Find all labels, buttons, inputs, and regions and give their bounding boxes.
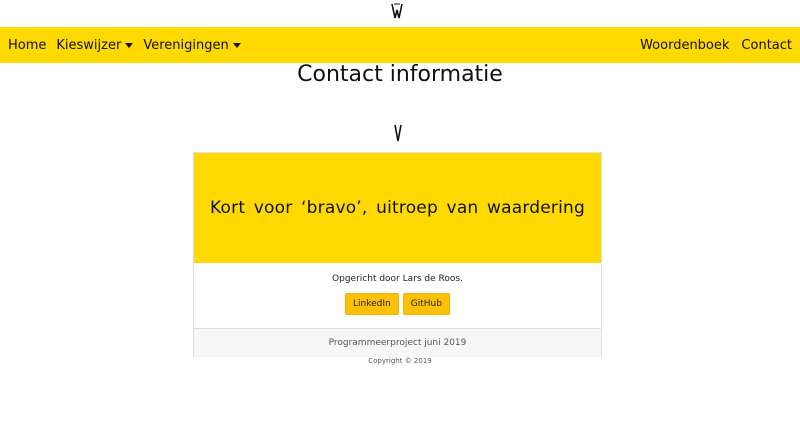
nav-kieswijzer-label: Kieswijzer [56, 37, 122, 53]
nav-verenigingen-dropdown[interactable]: Verenigingen [143, 37, 241, 53]
logo-mark-icon [394, 124, 402, 142]
page-title: Contact informatie [297, 62, 503, 87]
navbar: Home Kieswijzer Verenigingen Woordenboek… [0, 27, 800, 63]
copyright-text: Copyright © 2019 [368, 357, 432, 365]
contact-card: Kort voor ‘bravo’, uitroep van waarderin… [193, 152, 602, 357]
nav-contact[interactable]: Contact [741, 38, 792, 53]
caret-down-icon [232, 42, 241, 48]
nav-home[interactable]: Home [8, 38, 46, 53]
card-footer: Programmeerproject juni 2019 [194, 328, 601, 357]
nav-woordenboek-label: Woordenboek [640, 37, 730, 53]
nav-right: Woordenboek Contact [628, 38, 792, 53]
linkedin-button[interactable]: LinkedIn [345, 293, 399, 315]
bravo-logo [393, 124, 403, 142]
founded-text: Opgericht door Lars de Roos. [332, 274, 463, 284]
tagline: Kort voor ‘bravo’, uitroep van waarderin… [210, 198, 585, 218]
nav-woordenboek[interactable]: Woordenboek [640, 38, 729, 53]
logo-icon [391, 3, 403, 19]
nav-kieswijzer-dropdown[interactable]: Kieswijzer [56, 37, 134, 53]
nav-verenigingen-label: Verenigingen [143, 37, 229, 53]
nav-contact-label: Contact [741, 37, 792, 53]
caret-down-icon [125, 42, 134, 48]
card-body: Opgericht door Lars de Roos. LinkedIn Gi… [194, 263, 601, 328]
site-logo[interactable] [388, 2, 406, 20]
card-header: Kort voor ‘bravo’, uitroep van waarderin… [194, 153, 601, 263]
nav-left: Home Kieswijzer Verenigingen [8, 38, 251, 53]
github-button[interactable]: GitHub [402, 293, 450, 315]
nav-home-label: Home [8, 37, 47, 53]
social-buttons: LinkedIn GitHub [194, 293, 601, 315]
